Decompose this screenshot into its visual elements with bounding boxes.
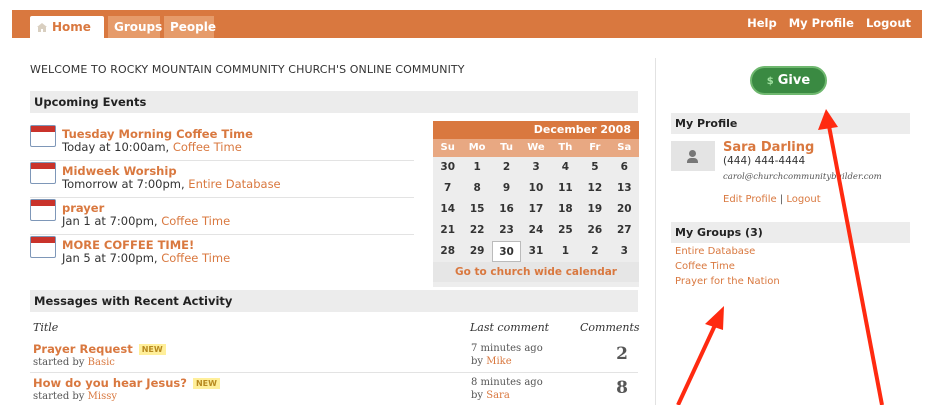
arrow-annotation-right [818, 109, 884, 405]
annotation-arrows [676, 109, 884, 405]
arrow-annotation-left [676, 306, 724, 405]
